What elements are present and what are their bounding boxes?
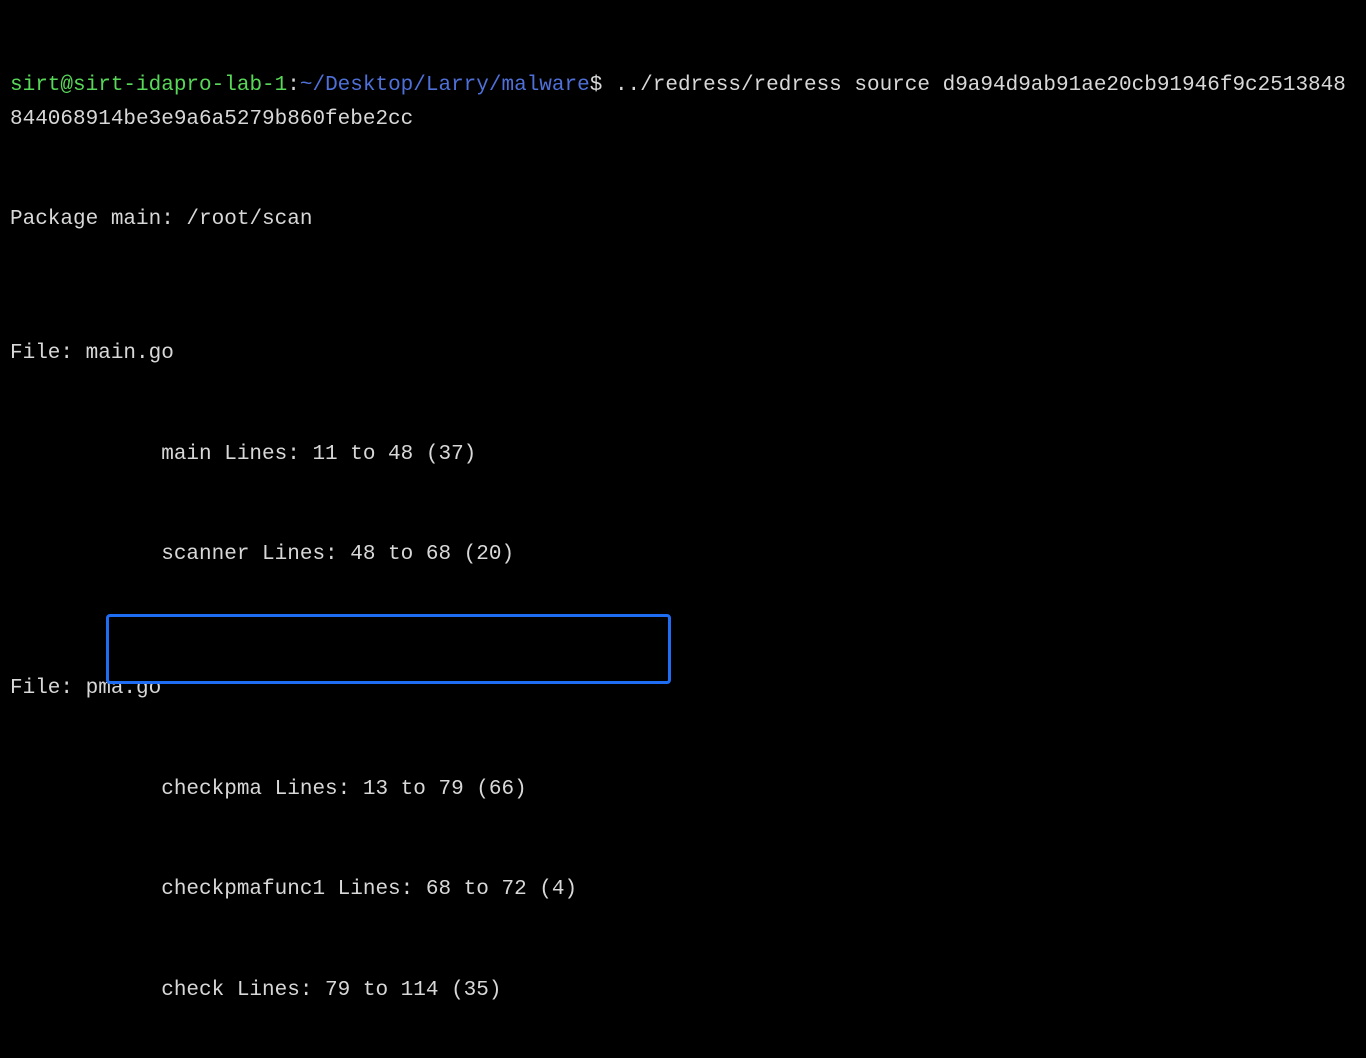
- func-line: scanner Lines: 48 to 68 (20): [10, 538, 1356, 572]
- package-line: Package main: /root/scan: [10, 203, 1356, 237]
- file-header: File: pma.go: [10, 672, 1356, 706]
- terminal-output[interactable]: sirt@sirt-idapro-lab-1:~/Desktop/Larry/m…: [0, 0, 1366, 1058]
- prompt-sep2: $: [590, 74, 615, 97]
- prompt-sep1: :: [287, 74, 300, 97]
- func-line: checkpmafunc1 Lines: 68 to 72 (4): [10, 873, 1356, 907]
- func-line: check Lines: 79 to 114 (35): [10, 974, 1356, 1008]
- prompt-line: sirt@sirt-idapro-lab-1:~/Desktop/Larry/m…: [10, 69, 1356, 136]
- prompt-user-host: sirt@sirt-idapro-lab-1: [10, 74, 287, 97]
- func-line: main Lines: 11 to 48 (37): [10, 438, 1356, 472]
- file-header: File: main.go: [10, 337, 1356, 371]
- func-line: checkpma Lines: 13 to 79 (66): [10, 773, 1356, 807]
- prompt-cwd: ~/Desktop/Larry/malware: [300, 74, 590, 97]
